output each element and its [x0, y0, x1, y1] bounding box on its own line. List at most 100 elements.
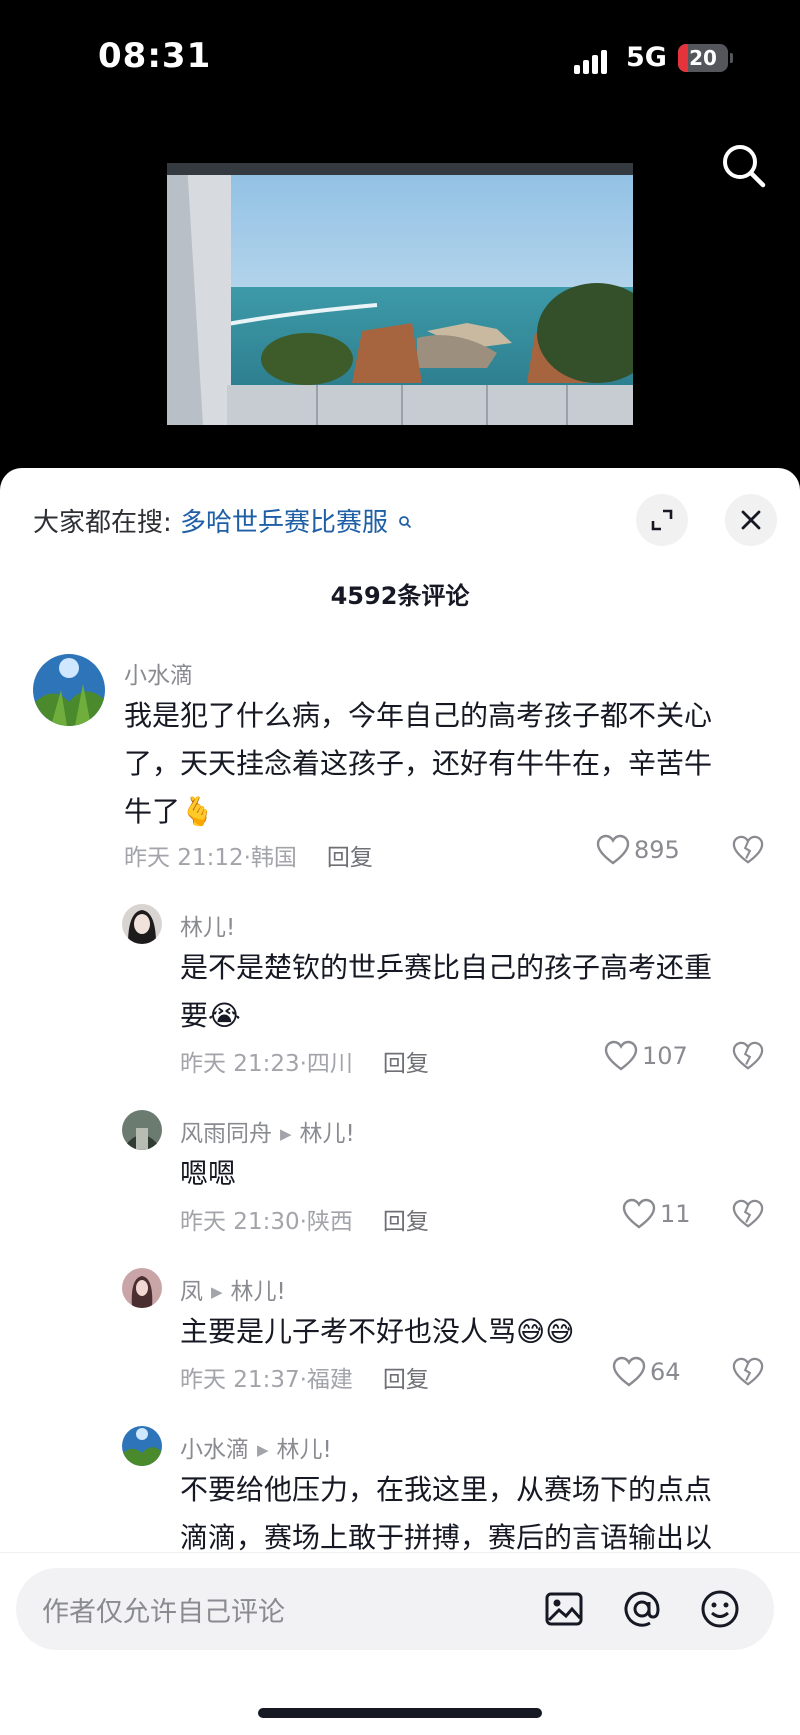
avatar[interactable]: [122, 1426, 162, 1466]
expand-button[interactable]: [636, 494, 688, 546]
avatar[interactable]: [33, 654, 105, 726]
small-search-icon: [398, 506, 412, 536]
at-mention-icon[interactable]: [620, 1587, 664, 1631]
trending-keyword[interactable]: 多哈世乒赛比赛服: [180, 508, 388, 538]
status-time: 08:31: [98, 36, 212, 76]
close-button[interactable]: [725, 494, 777, 546]
comment-time: 昨天 21:23: [180, 1051, 300, 1077]
reply-to-name[interactable]: 林儿!: [300, 1121, 355, 1147]
comment-input[interactable]: 作者仅允许自己评论: [16, 1568, 774, 1650]
comment-text: 不要给他压力，在我这里，从赛场下的点点 滴滴，赛场上敢于拼搏，赛后的言语输出以: [180, 1466, 712, 1562]
username: 小水滴 ▶ 林儿!: [180, 1430, 332, 1464]
dislike-button[interactable]: [732, 1040, 764, 1076]
video-thumbnail[interactable]: [167, 163, 633, 425]
like-count: 64: [650, 1358, 681, 1386]
broken-heart-icon: [732, 835, 764, 864]
heart-icon: [604, 1040, 638, 1071]
heart-icon: [622, 1198, 656, 1229]
comment-time: 昨天 21:30: [180, 1209, 300, 1235]
comment-text: 我是犯了什么病，今年自己的高考孩子都不关心 了，天天挂念着这孩子，还好有牛牛在，…: [124, 692, 712, 836]
trending-search[interactable]: 大家都在搜: 多哈世乒赛比赛服: [33, 502, 412, 539]
username-text[interactable]: 凤: [180, 1279, 203, 1305]
dislike-button[interactable]: [732, 1356, 764, 1392]
like-count: 11: [660, 1200, 691, 1228]
comment-line: 不要给他压力，在我这里，从赛场下的点点: [180, 1473, 713, 1506]
username: 风雨同舟 ▶ 林儿!: [180, 1114, 355, 1148]
comment-time: 昨天 21:12: [124, 845, 244, 871]
like-button[interactable]: 895: [596, 834, 680, 866]
avatar[interactable]: [122, 904, 162, 944]
username-text[interactable]: 小水滴: [180, 1437, 249, 1463]
like-count: 895: [634, 836, 680, 864]
network-type: 5G: [626, 42, 667, 73]
like-button[interactable]: 11: [622, 1198, 691, 1230]
comment-item: 小水滴 我是犯了什么病，今年自己的高考孩子都不关心 了，天天挂念着这孩子，还好有…: [0, 654, 800, 894]
status-bar: 08:31 5G 20: [0, 0, 800, 120]
like-count: 107: [642, 1042, 688, 1070]
search-icon[interactable]: [716, 138, 772, 194]
battery-level: 20: [689, 46, 717, 70]
home-indicator[interactable]: [258, 1708, 542, 1718]
comment-meta: 昨天 21:12·韩国 回复: [124, 845, 373, 871]
broken-heart-icon: [732, 1199, 764, 1228]
dislike-button[interactable]: [732, 1198, 764, 1234]
comment-location: 福建: [306, 1367, 353, 1393]
battery-icon: 20: [678, 44, 728, 72]
reply-arrow-icon: ▶: [257, 1441, 269, 1459]
comment-line: 我是犯了什么病，今年自己的高考孩子都不关心: [124, 699, 713, 732]
username: 凤 ▶ 林儿!: [180, 1272, 286, 1306]
close-icon: [741, 510, 761, 530]
comment-line: 主要是儿子考不好也没人骂: [180, 1315, 517, 1348]
reply-item: 风雨同舟 ▶ 林儿! 嗯嗯 昨天 21:30·陕西 回复 11: [0, 1110, 800, 1250]
comment-location: 韩国: [250, 845, 297, 871]
username[interactable]: 小水滴: [124, 656, 193, 690]
reply-button[interactable]: 回复: [383, 1209, 429, 1235]
comment-text: 嗯嗯: [180, 1157, 237, 1190]
avatar[interactable]: [122, 1268, 162, 1308]
comment-line: 了，天天挂念着这孩子，还好有牛牛在，辛苦牛: [124, 747, 713, 780]
reply-item: 林儿! 是不是楚钦的世乒赛比自己的孩子高考还重 要😭 昨天 21:23·四川 回复…: [0, 904, 800, 1084]
emoji: 😅😅: [516, 1315, 575, 1348]
reply-button[interactable]: 回复: [327, 845, 373, 871]
comment-meta: 昨天 21:37·福建 回复: [180, 1367, 429, 1393]
emoji: 😭: [208, 999, 241, 1032]
heart-icon: [612, 1356, 646, 1387]
comment-line: 牛了: [124, 795, 181, 828]
reply-item: 凤 ▶ 林儿! 主要是儿子考不好也没人骂😅😅 昨天 21:37·福建 回复 64: [0, 1268, 800, 1408]
username-text[interactable]: 风雨同舟: [180, 1121, 272, 1147]
dislike-button[interactable]: [732, 834, 764, 870]
comment-count: 4592条评论: [330, 582, 470, 610]
comment-sheet: 大家都在搜: 多哈世乒赛比赛服 4592条评论 小水滴 我是犯了什么病，今年自己…: [0, 468, 800, 1734]
comment-meta: 昨天 21:23·四川 回复: [180, 1051, 429, 1077]
comment-text: 是不是楚钦的世乒赛比自己的孩子高考还重 要😭: [180, 944, 712, 1040]
broken-heart-icon: [732, 1041, 764, 1070]
broken-heart-icon: [732, 1357, 764, 1386]
comment-location: 四川: [306, 1051, 353, 1077]
reply-button[interactable]: 回复: [383, 1051, 429, 1077]
signal-icon: [574, 48, 614, 74]
heart-icon: [596, 834, 630, 865]
avatar[interactable]: [122, 1110, 162, 1150]
comment-time: 昨天 21:37: [180, 1367, 300, 1393]
comment-line: 是不是楚钦的世乒赛比自己的孩子高考还重: [180, 951, 713, 984]
like-button[interactable]: 64: [612, 1356, 681, 1388]
expand-icon: [651, 509, 673, 531]
reply-item: 小水滴 ▶ 林儿! 不要给他压力，在我这里，从赛场下的点点 滴滴，赛场上敢于拼搏，赛…: [0, 1426, 800, 1566]
comment-meta: 昨天 21:30·陕西 回复: [180, 1209, 429, 1235]
battery-tip: [730, 53, 733, 63]
trending-label: 大家都在搜:: [33, 508, 172, 538]
comment-location: 陕西: [306, 1209, 353, 1235]
like-button[interactable]: 107: [604, 1040, 688, 1072]
emoji: 🫰: [180, 795, 215, 828]
comment-line: 要: [180, 999, 209, 1032]
reply-to-name[interactable]: 林儿!: [231, 1279, 286, 1305]
image-icon[interactable]: [542, 1587, 586, 1631]
reply-arrow-icon: ▶: [280, 1125, 292, 1143]
reply-arrow-icon: ▶: [211, 1283, 223, 1301]
username[interactable]: 林儿!: [180, 908, 235, 942]
reply-button[interactable]: 回复: [383, 1367, 429, 1393]
emoji-icon[interactable]: [698, 1587, 742, 1631]
reply-to-name[interactable]: 林儿!: [277, 1437, 332, 1463]
comment-text: 主要是儿子考不好也没人骂😅😅: [180, 1308, 574, 1356]
comment-input-placeholder: 作者仅允许自己评论: [42, 1597, 285, 1628]
